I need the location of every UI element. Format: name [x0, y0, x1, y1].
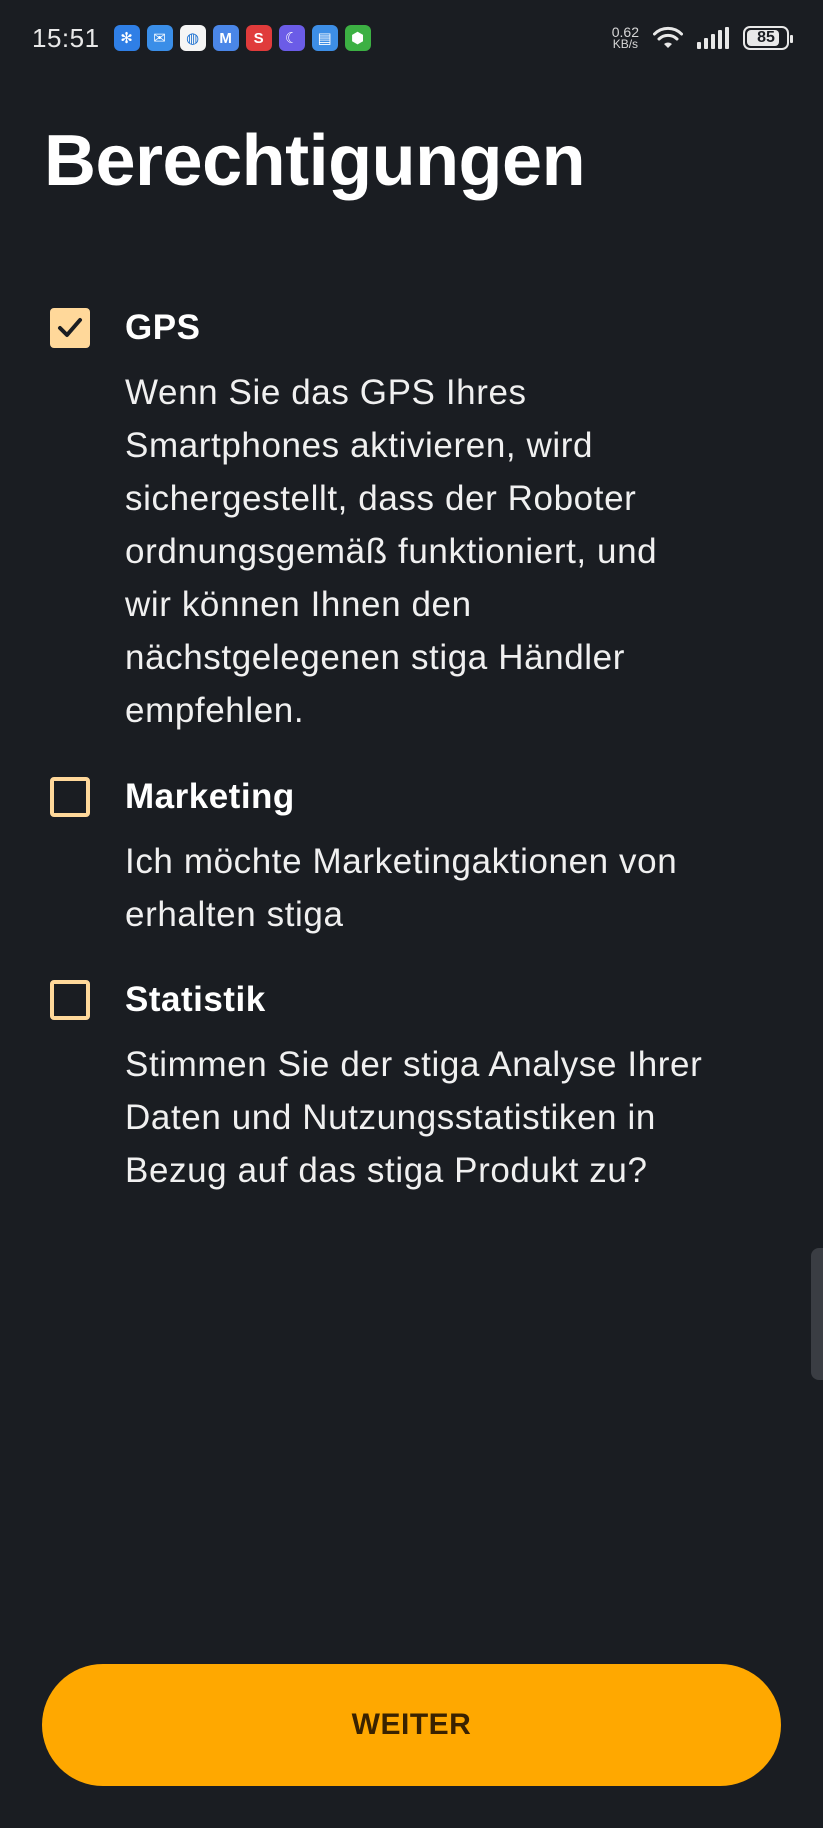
gps-description-line: ordnungsgemäß funktioniert, und [125, 532, 658, 571]
marketing-description-line: Ich möchte Marketingaktionen von [125, 842, 678, 881]
status-bar: 15:51 ✻ ✉ ◍ M S ☾ ▤ ⬢ 0.62 KB/s 85 [0, 0, 823, 76]
gps-description-line: sichergestellt, dass der Roboter [125, 479, 637, 518]
permission-statistics: Statistik Stimmen Sie der stiga Analyse … [50, 980, 790, 1197]
marketing-title: Marketing [125, 777, 295, 816]
marketing-description: Ich möchte Marketingaktionen von erhalte… [125, 835, 677, 941]
statistics-body: Statistik Stimmen Sie der stiga Analyse … [125, 980, 702, 1197]
checkmark-icon [58, 318, 82, 337]
gps-body: GPS Wenn Sie das GPS Ihres Smartphones a… [125, 308, 657, 737]
statistics-description-line: Stimmen Sie der stiga Analyse Ihrer [125, 1045, 703, 1084]
pinwheel-app-icon: ✻ [113, 25, 140, 51]
mail-app-icon: ✉ [146, 25, 173, 51]
gps-description-line: wir können Ihnen den [125, 585, 472, 624]
permissions-screen: 15:51 ✻ ✉ ◍ M S ☾ ▤ ⬢ 0.62 KB/s 85 Berechtigung… [0, 0, 823, 1828]
notification-icons: ✻ ✉ ◍ M S ☾ ▤ ⬢ [113, 25, 371, 51]
battery-icon: 85 [743, 26, 793, 50]
gps-description: Wenn Sie das GPS Ihres Smartphones aktiv… [125, 366, 657, 737]
marketing-description-line: erhalten stiga [125, 895, 344, 934]
gps-description-line: Smartphones aktivieren, wird [125, 426, 594, 465]
statistics-description: Stimmen Sie der stiga Analyse Ihrer Date… [125, 1038, 702, 1197]
moon-app-icon: ☾ [278, 25, 305, 51]
statistics-title: Statistik [125, 980, 266, 1019]
gps-description-line: nächstgelegenen stiga Händler [125, 638, 625, 677]
battery-percent: 85 [757, 29, 775, 46]
statistics-description-line: Bezug auf das stiga Produkt zu? [125, 1151, 648, 1190]
marketing-body: Marketing Ich möchte Marketingaktionen v… [125, 777, 677, 941]
statistics-description-line: Daten und Nutzungsstatistiken in [125, 1098, 656, 1137]
network-speed-unit: KB/s [612, 37, 639, 51]
gps-description-line: empfehlen. [125, 691, 305, 730]
continue-button[interactable]: WEITER [42, 1664, 781, 1786]
gps-description-line: Wenn Sie das GPS Ihres [125, 373, 527, 412]
doc-app-icon: ▤ [311, 25, 338, 51]
status-right: 0.62 KB/s 85 [612, 25, 793, 51]
marketing-checkbox[interactable] [50, 777, 90, 817]
permission-gps: GPS Wenn Sie das GPS Ihres Smartphones a… [50, 308, 790, 737]
network-speed: 0.62 KB/s [612, 25, 639, 51]
gps-checkbox[interactable] [50, 308, 90, 348]
cell-signal-icon [697, 27, 729, 49]
status-left: 15:51 ✻ ✉ ◍ M S ☾ ▤ ⬢ [32, 23, 371, 54]
m-mail-app-icon: M [212, 25, 239, 51]
scroll-handle[interactable] [811, 1248, 823, 1380]
status-clock: 15:51 [32, 22, 100, 53]
s-app-icon: S [245, 25, 272, 51]
browser-app-icon: ◍ [179, 25, 206, 51]
statistics-checkbox[interactable] [50, 980, 90, 1020]
security-app-icon: ⬢ [344, 25, 371, 51]
page-title: Berechtigungen [44, 121, 586, 201]
wifi-icon [653, 26, 683, 48]
permission-marketing: Marketing Ich möchte Marketingaktionen v… [50, 777, 790, 941]
gps-title: GPS [125, 308, 201, 347]
